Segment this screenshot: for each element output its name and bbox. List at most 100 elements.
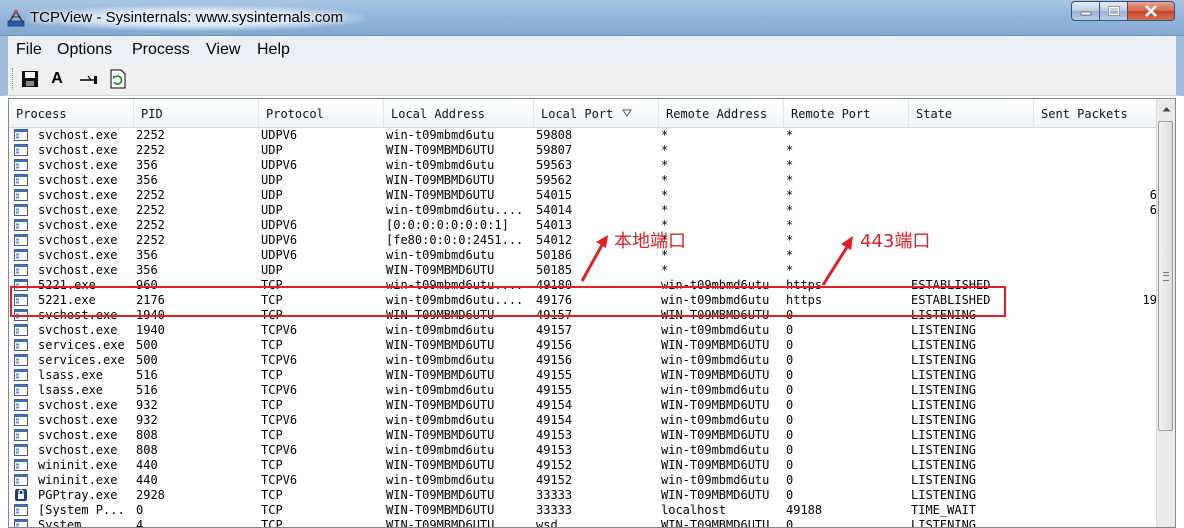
table-row[interactable]: svchost.exe 808 TCPV6 win-t09mbmd6utu 49153 w… <box>9 443 1157 458</box>
table-row[interactable]: svchost.exe 356 UDPV6 win-t09mbmd6utu 50186 *… <box>9 248 1157 263</box>
close-button[interactable] <box>1127 1 1175 21</box>
column-header-pid[interactable]: PID <box>134 99 259 127</box>
cell-local-address: WIN-T09MBMD6UTU <box>386 173 495 187</box>
column-header-state[interactable]: State <box>909 99 1034 127</box>
cell-pid: 2252 <box>136 128 165 142</box>
menu-help[interactable]: Help <box>257 41 290 59</box>
table-row[interactable]: wininit.exe 440 TCPV6 win-t09mbmd6utu 49152 w… <box>9 473 1157 488</box>
refresh-button[interactable] <box>107 68 129 90</box>
cell-local-port: 49156 <box>536 338 573 352</box>
table-row[interactable]: svchost.exe 2252 UDPV6 win-t09mbmd6utu 59808… <box>9 128 1157 143</box>
table-row[interactable]: svchost.exe 356 UDP WIN-T09MBMD6UTU 59562 * * <box>9 173 1157 188</box>
cell-local-address: WIN-T09MBMD6UTU <box>386 488 495 502</box>
cell-pid: 356 <box>136 158 158 172</box>
column-header-sent-packets[interactable]: Sent Packets <box>1034 99 1157 127</box>
maximize-button[interactable] <box>1099 1 1127 21</box>
table-row[interactable]: services.exe 500 TCP WIN-T09MBMD6UTU 49156 WI… <box>9 338 1157 353</box>
cell-remote-port: * <box>786 128 794 142</box>
cell-sent-packets <box>1039 383 1157 398</box>
table-row[interactable]: svchost.exe 2252 UDPV6 [fe80:0:0:0:2451... 5… <box>9 233 1157 248</box>
cell-pid: 356 <box>136 248 158 262</box>
cell-remote-address: win-t09mbmd6utu <box>661 473 770 487</box>
cell-process: services.exe <box>38 338 125 352</box>
column-header-remote-address[interactable]: Remote Address <box>659 99 784 127</box>
table-row[interactable]: svchost.exe 2252 UDP WIN-T09MBMD6UTU 54015 * *… <box>9 188 1157 203</box>
table-row[interactable]: lsass.exe 516 TCP WIN-T09MBMD6UTU 49155 WIN-T… <box>9 368 1157 383</box>
font-button[interactable]: A <box>46 68 68 90</box>
cell-pid: 2252 <box>136 233 165 247</box>
table-row[interactable]: svchost.exe 356 UDP WIN-T09MBMD6UTU 50185 * * <box>9 263 1157 278</box>
table-row[interactable]: svchost.exe 932 TCPV6 win-t09mbmd6utu 49154 w… <box>9 413 1157 428</box>
cell-remote-port: 0 <box>786 488 794 502</box>
cell-local-port: 49152 <box>536 473 573 487</box>
cell-sent-packets <box>1039 128 1157 143</box>
table-row[interactable]: svchost.exe 2252 UDPV6 [0:0:0:0:0:0:0:1] 540… <box>9 218 1157 233</box>
sort-descending-icon <box>622 109 632 117</box>
menu-file[interactable]: File <box>16 41 42 59</box>
cell-local-port: 49157 <box>536 323 573 337</box>
save-button[interactable] <box>19 68 41 90</box>
table-row[interactable]: services.exe 500 TCPV6 win-t09mbmd6utu 49156… <box>9 353 1157 368</box>
cell-protocol: UDP <box>261 263 283 277</box>
table-row[interactable]: svchost.exe 808 TCP WIN-T09MBMD6UTU 49153 WIN… <box>9 428 1157 443</box>
cell-sent-packets <box>1039 323 1157 338</box>
table-row[interactable]: svchost.exe 1940 TCPV6 win-t09mbmd6utu 49157… <box>9 323 1157 338</box>
column-header-remote-port[interactable]: Remote Port <box>784 99 909 127</box>
table-row[interactable]: wininit.exe 440 TCP WIN-T09MBMD6UTU 49152 WIN… <box>9 458 1157 473</box>
cell-sent-packets <box>1039 263 1157 278</box>
cell-local-port: 50185 <box>536 263 573 277</box>
cell-sent-packets <box>1039 443 1157 458</box>
tcpview-window: TCPView - Sysinternals: www.sysinternals… <box>0 0 1184 528</box>
table-row[interactable]: lsass.exe 516 TCPV6 win-t09mbmd6utu 49155 win… <box>9 383 1157 398</box>
title-bar[interactable]: TCPView - Sysinternals: www.sysinternals… <box>0 0 1184 36</box>
cell-sent-packets <box>1039 233 1157 248</box>
scroll-up-button[interactable] <box>1157 99 1175 119</box>
cell-process: svchost.exe <box>38 398 118 412</box>
menu-process[interactable]: Process <box>132 41 190 59</box>
cell-sent-packets <box>1039 143 1157 158</box>
table-row[interactable]: svchost.exe 356 UDPV6 win-t09mbmd6utu 59563 *… <box>9 158 1157 173</box>
process-window-icon <box>14 384 28 396</box>
connect-button[interactable] <box>78 68 100 90</box>
cell-sent-packets <box>1039 158 1157 173</box>
cell-protocol: TCP <box>261 518 283 528</box>
menu-view[interactable]: View <box>206 41 240 59</box>
vertical-scrollbar[interactable] <box>1156 99 1175 527</box>
table-row[interactable]: svchost.exe 2252 UDP WIN-T09MBMD6UTU 59807 * * <box>9 143 1157 158</box>
column-header-local-port[interactable]: Local Port <box>534 99 659 127</box>
table-row[interactable]: svchost.exe 932 TCP WIN-T09MBMD6UTU 49154 WIN… <box>9 398 1157 413</box>
cell-remote-address: WIN-T09MBMD6UTU <box>661 458 770 472</box>
cell-state: LISTENING <box>911 518 977 528</box>
cell-pid: 2252 <box>136 203 165 217</box>
cell-sent-packets <box>1039 428 1157 443</box>
cell-local-port: 49153 <box>536 443 573 457</box>
cell-local-address: win-t09mbmd6utu <box>386 473 495 487</box>
cell-protocol: TCPV6 <box>261 473 298 487</box>
table-row[interactable]: PGPtray.exe 2928 TCP WIN-T09MBMD6UTU 33333 WI… <box>9 488 1157 503</box>
scroll-thumb[interactable] <box>1158 121 1173 431</box>
cell-local-port: 59808 <box>536 128 573 142</box>
process-window-icon <box>14 459 28 471</box>
column-header-protocol[interactable]: Protocol <box>259 99 384 127</box>
scroll-up-arrow-icon <box>1162 107 1170 112</box>
column-header-local-address[interactable]: Local Address <box>384 99 534 127</box>
cell-sent-packets <box>1039 518 1157 527</box>
table-row[interactable]: [System P... 0 TCP WIN-T09MBMD6UTU 33333 loca… <box>9 503 1157 518</box>
process-window-icon <box>14 519 28 527</box>
table-row[interactable]: svchost.exe 2252 UDP win-t09mbmd6utu.... 540… <box>9 203 1157 218</box>
cell-sent-packets <box>1039 413 1157 428</box>
table-row[interactable]: System 4 TCP WIN-T09MBMD6UTU wsd WIN-T09MBMD6… <box>9 518 1157 528</box>
cell-pid: 1940 <box>136 323 165 337</box>
cell-state: LISTENING <box>911 368 977 382</box>
process-window-icon <box>14 264 28 276</box>
cell-remote-address: * <box>661 188 669 202</box>
menu-options[interactable]: Options <box>57 41 112 59</box>
cell-sent-packets <box>1039 368 1157 383</box>
cell-local-address: WIN-T09MBMD6UTU <box>386 503 495 517</box>
cell-protocol: TCP <box>261 368 283 382</box>
cell-local-address: win-t09mbmd6utu <box>386 323 495 337</box>
column-header-process[interactable]: Process <box>9 99 134 127</box>
minimize-button[interactable] <box>1071 1 1099 21</box>
cell-remote-port: 0 <box>786 443 794 457</box>
cell-state <box>911 143 1029 158</box>
